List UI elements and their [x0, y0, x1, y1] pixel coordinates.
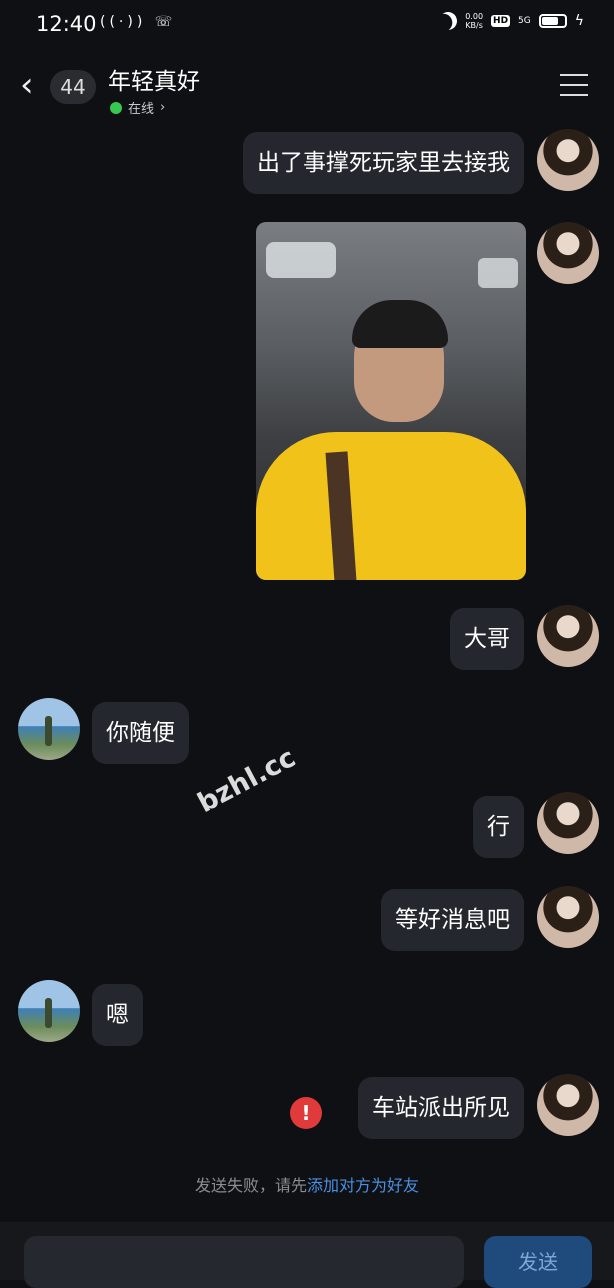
battery-icon — [538, 14, 567, 28]
contact-avatar[interactable] — [18, 980, 80, 1042]
my-avatar[interactable] — [537, 129, 599, 191]
send-failed-icon[interactable]: ! — [290, 1097, 322, 1129]
my-avatar[interactable] — [537, 222, 599, 284]
my-avatar[interactable] — [537, 792, 599, 854]
charging-icon: ϟ — [574, 13, 584, 29]
chat-title: 年轻真好 — [108, 69, 200, 95]
photo-message[interactable] — [256, 222, 526, 580]
message-bubble[interactable]: 嗯 — [92, 984, 143, 1046]
message-bubble[interactable]: 你随便 — [92, 702, 189, 764]
status-right-icons: 0.00 KB/s HD 5G ϟ — [439, 12, 584, 30]
online-status[interactable]: 在线 › — [110, 98, 165, 117]
send-failed-notice: 发送失败，请先添加对方为好友 — [0, 1172, 614, 1196]
net-speed-unit: KB/s — [465, 21, 483, 30]
online-status-label: 在线 — [128, 102, 155, 117]
my-avatar[interactable] — [537, 605, 599, 667]
hd-icon: HD — [491, 15, 511, 27]
chevron-right-icon: › — [160, 100, 166, 115]
contact-avatar[interactable] — [18, 698, 80, 760]
call-hotspot-icon: ((·)) ☏ — [100, 14, 177, 30]
status-time: 12:40 — [36, 12, 97, 36]
status-bar: 12:40 ((·)) ☏ 0.00 KB/s HD 5G ϟ — [0, 0, 614, 50]
composer-bar: 发送 — [0, 1222, 614, 1288]
unread-count-badge[interactable]: 44 — [50, 70, 96, 104]
chat-header: ‹ 44 年轻真好 在线 › — [0, 50, 614, 124]
notice-text: 发送失败，请先 — [194, 1176, 307, 1195]
my-avatar[interactable] — [537, 1074, 599, 1136]
net-speed-value: 0.00 — [465, 12, 484, 21]
send-button[interactable]: 发送 — [484, 1236, 592, 1288]
signal-icon: 5G — [518, 15, 531, 26]
message-bubble[interactable]: 等好消息吧 — [381, 889, 524, 951]
watermark: bzhl.cc — [192, 742, 301, 820]
net-speed: 0.00 KB/s — [465, 12, 483, 30]
message-bubble[interactable]: 大哥 — [450, 608, 524, 670]
online-dot-icon — [110, 101, 122, 114]
message-bubble[interactable]: 车站派出所见 — [358, 1077, 524, 1139]
message-input[interactable] — [24, 1236, 464, 1288]
message-bubble[interactable]: 出了事撑死玩家里去接我 — [243, 132, 524, 194]
battery-level — [541, 17, 559, 25]
add-friend-link[interactable]: 添加对方为好友 — [307, 1176, 419, 1195]
do-not-disturb-icon — [437, 9, 460, 32]
menu-icon[interactable] — [560, 74, 588, 104]
my-avatar[interactable] — [537, 886, 599, 948]
message-bubble[interactable]: 行 — [473, 796, 524, 858]
back-icon[interactable]: ‹ — [20, 68, 34, 102]
